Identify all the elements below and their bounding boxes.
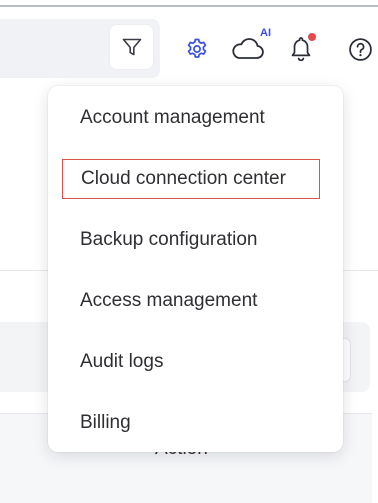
menu-item-cloud-connection-center[interactable]: Cloud connection center bbox=[62, 159, 320, 199]
menu-item-access-management[interactable]: Access management bbox=[48, 281, 343, 321]
settings-button[interactable] bbox=[184, 36, 210, 62]
notification-dot bbox=[308, 33, 316, 41]
settings-dropdown-menu: Account management Cloud connection cent… bbox=[48, 86, 343, 452]
filter-icon bbox=[122, 38, 141, 56]
menu-item-audit-logs[interactable]: Audit logs bbox=[48, 342, 343, 382]
top-divider bbox=[0, 5, 378, 7]
ai-badge: AI bbox=[260, 27, 271, 39]
notifications-button[interactable] bbox=[289, 33, 317, 63]
help-button[interactable] bbox=[347, 36, 374, 63]
filter-button[interactable] bbox=[110, 25, 153, 69]
menu-item-backup-configuration[interactable]: Backup configuration bbox=[48, 220, 343, 260]
cloud-icon bbox=[232, 38, 264, 59]
gear-icon bbox=[187, 38, 207, 58]
menu-item-billing[interactable]: Billing bbox=[48, 403, 343, 443]
help-icon bbox=[349, 38, 372, 61]
menu-item-account-management[interactable]: Account management bbox=[48, 98, 343, 138]
cloud-ai-button[interactable]: AI bbox=[230, 27, 272, 62]
